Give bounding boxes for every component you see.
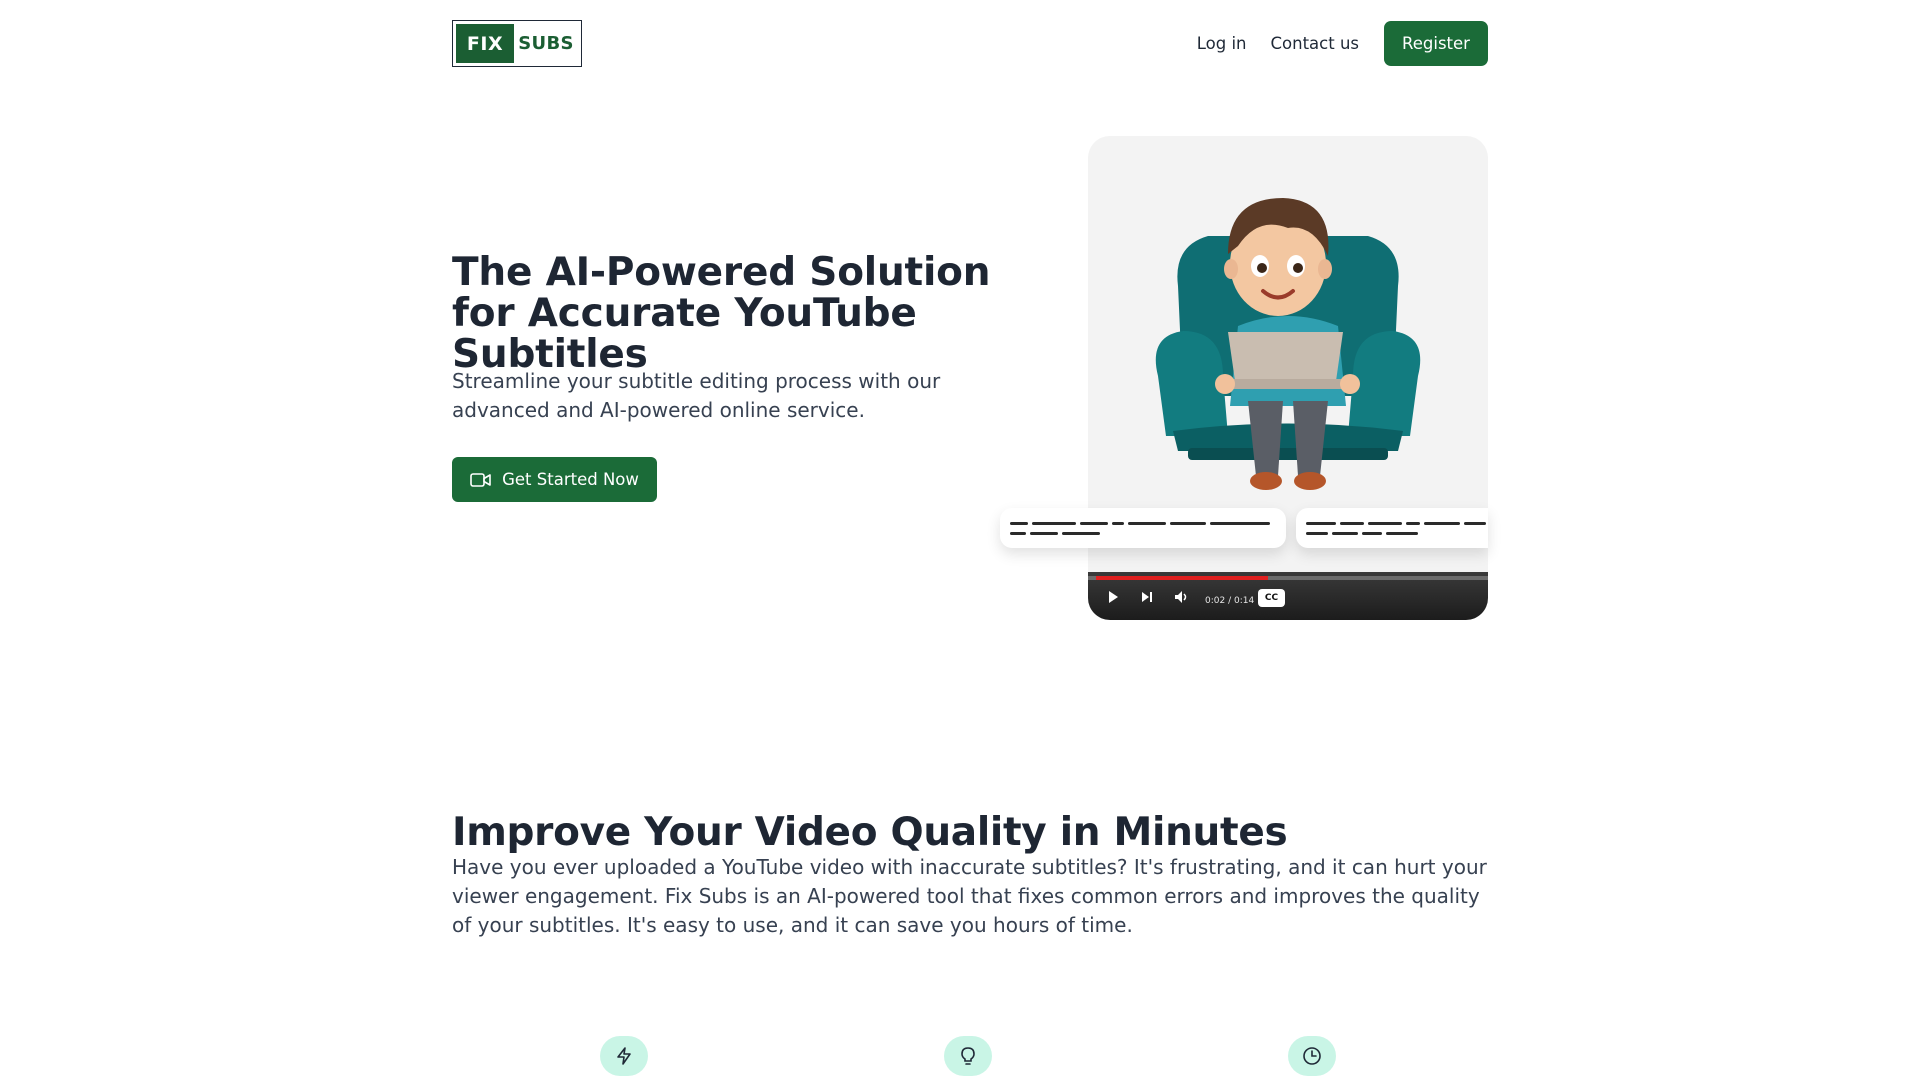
logo-fix: FIX xyxy=(456,24,514,63)
video-camera-icon xyxy=(470,472,492,488)
lightbulb-icon xyxy=(944,1036,992,1076)
section-title: Improve Your Video Quality in Minutes xyxy=(452,810,1288,855)
section-body: Have you ever uploaded a YouTube video w… xyxy=(452,855,1487,937)
subtitle-pill xyxy=(1296,508,1488,548)
play-icon[interactable] xyxy=(1106,590,1120,604)
volume-icon[interactable] xyxy=(1174,590,1190,604)
register-button[interactable]: Register xyxy=(1384,21,1488,66)
progress-fill xyxy=(1096,576,1268,580)
hero-subtitle: Streamline your subtitle editing process… xyxy=(452,369,941,422)
logo[interactable]: FIX SUBS xyxy=(452,20,582,67)
clock-icon xyxy=(1288,1036,1336,1076)
skip-next-icon[interactable] xyxy=(1140,590,1154,604)
subtitle-pill xyxy=(1000,508,1286,548)
logo-subs: SUBS xyxy=(518,33,574,54)
get-started-button[interactable]: Get Started Now xyxy=(452,457,657,502)
contact-link[interactable]: Contact us xyxy=(1271,34,1360,53)
lightning-icon xyxy=(600,1036,648,1076)
video-controls: 0:02 / 0:14 CC xyxy=(1088,572,1488,620)
top-nav: Log in Contact us Register xyxy=(1173,21,1488,66)
get-started-label: Get Started Now xyxy=(502,470,639,489)
timecode: 0:02 / 0:14 xyxy=(1205,596,1255,606)
hero-title: The AI-Powered Solution for Accurate You… xyxy=(452,250,991,377)
login-link[interactable]: Log in xyxy=(1197,34,1247,53)
cc-button[interactable]: CC xyxy=(1258,589,1285,607)
